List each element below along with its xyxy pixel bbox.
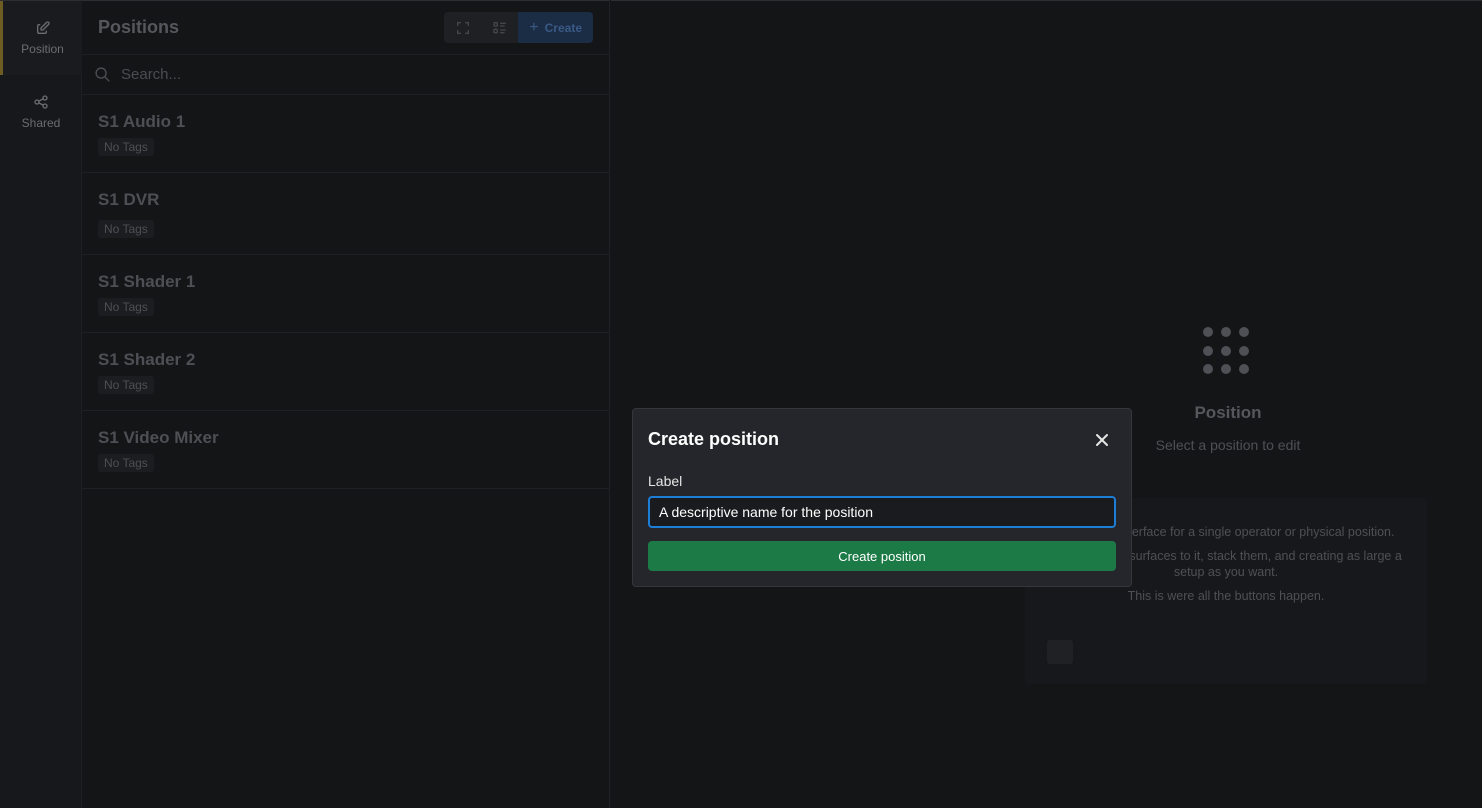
tag-badge: No Tags [98,375,154,394]
tag-badge: No Tags [98,137,154,156]
editor-empty-state: Position Select a position to edit is th… [611,0,1482,808]
plus-icon: + [529,18,539,36]
nav-item-label: Shared [21,116,61,130]
tag-badge: No Tags [98,297,154,316]
list-item[interactable]: S1 DVR No Tags [82,173,609,255]
nav-item-label: Position [21,42,64,56]
create-button-label: Create [544,20,582,35]
nav-item-position[interactable]: Position [0,1,82,75]
item-name: S1 Shader 1 [98,271,196,291]
positions-panel: Positions + Create Search... S1 Audio 1 … [82,0,610,808]
search-input[interactable]: Search... [121,66,181,83]
list-item[interactable]: S1 Shader 2 No Tags [82,333,609,411]
list-item[interactable]: S1 Shader 1 No Tags [82,255,609,333]
nav-item-shared[interactable]: Shared [0,75,82,149]
list-view-button[interactable] [481,12,519,43]
nav-rail: Position Shared [0,0,82,808]
list-details-icon [493,21,506,33]
info-card-chip [1047,640,1073,664]
item-name: S1 Audio 1 [98,111,186,131]
item-name: S1 Video Mixer [98,427,219,447]
edit-icon [36,21,50,34]
panel-toolbar: + Create [444,12,593,43]
close-icon [1096,434,1108,446]
tag-badge: No Tags [98,453,154,472]
item-name: S1 Shader 2 [98,349,196,369]
panel-title: Positions [98,17,180,37]
grid-dots-icon [1203,327,1251,375]
list-item[interactable]: S1 Audio 1 No Tags [82,95,609,173]
fullscreen-button[interactable] [444,12,482,43]
search-icon [95,67,110,82]
modal-title: Create position [648,429,780,449]
empty-state-title: Position [1194,403,1262,422]
search-bar[interactable]: Search... [82,55,609,95]
panel-header: Positions + Create [82,1,609,55]
list-item[interactable]: S1 Video Mixer No Tags [82,411,609,489]
tag-badge: No Tags [98,219,154,238]
share-icon [34,95,48,109]
close-button[interactable] [1093,431,1111,449]
label-field-label: Label [648,473,683,489]
item-name: S1 DVR [98,189,160,209]
create-position-modal: Create position Label Create position [632,408,1132,587]
label-input[interactable] [648,496,1116,528]
maximize-icon [456,21,469,34]
create-button[interactable]: + Create [518,12,593,43]
create-position-button[interactable]: Create position [648,541,1116,571]
info-text: This is were all the buttons happen. [1127,589,1325,603]
